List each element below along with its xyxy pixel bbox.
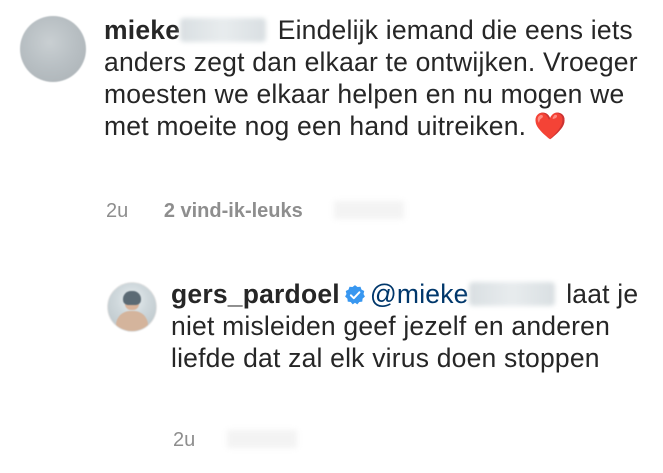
blurred-mention-part xyxy=(468,282,555,306)
reply-meta: 2u xyxy=(173,429,297,452)
comment-time[interactable]: 2u xyxy=(106,200,128,222)
comment-username[interactable]: mieke xyxy=(104,15,180,45)
reply-username[interactable]: gers_pardoel xyxy=(171,279,340,309)
reply-body: gers_pardoel @mieke laat je niet misleid… xyxy=(171,278,641,374)
reply-mention[interactable]: @mieke xyxy=(370,279,469,309)
comment-meta: 2u 2 vind-ik-leuks xyxy=(106,200,405,223)
blurred-reply-link xyxy=(226,430,297,448)
reply-time[interactable]: 2u xyxy=(173,429,195,451)
comment-likes[interactable]: 2 vind-ik-leuks xyxy=(164,200,303,222)
verified-badge-icon xyxy=(344,285,365,305)
blurred-username-part xyxy=(180,18,267,42)
comment-body: mieke Eindelijk iemand die eens iets and… xyxy=(104,14,644,142)
avatar-figure-body xyxy=(116,311,148,331)
avatar[interactable] xyxy=(20,16,86,82)
avatar-figure-hat xyxy=(123,291,141,305)
avatar[interactable] xyxy=(107,282,157,332)
blurred-reply-link xyxy=(334,201,405,219)
